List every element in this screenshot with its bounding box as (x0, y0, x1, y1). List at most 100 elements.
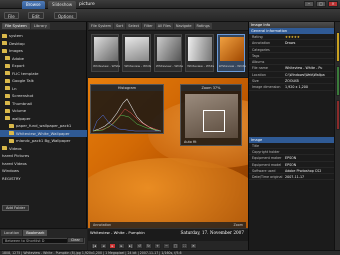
delete-icon[interactable]: ✕ (190, 242, 197, 249)
menu-bar: File Edit Options (0, 9, 340, 22)
zoom-in-icon[interactable]: + (154, 242, 161, 249)
app-window: Browse Slideshow picture – □ × File Edit… (0, 0, 340, 255)
tree-item[interactable]: REGISTRY (0, 175, 87, 183)
tab-browse[interactable]: Browse (22, 1, 45, 9)
folder-tree: system Desktop Images Adobe Export FLIC … (0, 31, 87, 207)
strip-tab[interactable]: Ratings (194, 23, 212, 29)
maximize-icon[interactable]: □ (316, 1, 326, 7)
tab-bookmark[interactable]: Bookmark (23, 230, 48, 236)
folder-icon (2, 41, 7, 46)
folder-icon (9, 131, 14, 136)
fullscreen-icon[interactable]: ⛶ (181, 242, 188, 249)
thumbnail-image (94, 37, 118, 61)
folder-icon (5, 63, 10, 68)
tree-item[interactable]: Volume (0, 107, 87, 115)
thumbnail-image (156, 37, 181, 61)
last-icon[interactable]: ▸| (127, 242, 134, 249)
viewer-toolbar: |◂ ◂ ▸ ▸ ▸| ↺ ↻ + − □ ⛶ ✕ (88, 241, 248, 250)
strip-tab[interactable]: Navigate (173, 23, 194, 29)
play-icon[interactable]: ▸ (109, 242, 116, 249)
thumbnail[interactable]: Whiteview - White (185, 34, 214, 72)
dock-tab[interactable] (336, 100, 340, 130)
rating-stars[interactable]: ★★★★★ (285, 34, 334, 39)
tree-item[interactable]: Thumbnail (0, 100, 87, 108)
status-bar: 1808, 1275 | Whiteview - White - Pumpkin… (0, 250, 340, 255)
bookmark-panel: Location Bookmark Between to Shortlist D… (0, 228, 87, 250)
folder-icon (2, 48, 7, 53)
tree-item[interactable]: Export (0, 62, 87, 70)
strip-tab[interactable]: File System (89, 23, 114, 29)
tree-item[interactable]: FLIC template (0, 70, 87, 78)
minimize-icon[interactable]: – (304, 1, 314, 7)
zoom-preview[interactable] (185, 94, 238, 138)
dock-tab[interactable] (336, 66, 340, 96)
strip-tab[interactable]: All Files (155, 23, 173, 29)
tree-item-selected[interactable]: Whiteview_White_Wallpaper (0, 129, 87, 137)
thumbnail[interactable]: Whiteview - White (122, 34, 151, 72)
folder-icon (9, 123, 14, 128)
next-icon[interactable]: ▸ (118, 242, 125, 249)
image-content (88, 158, 248, 228)
menu-options[interactable]: Options (54, 12, 78, 19)
center-panel: File System Sort Select Filter All Files… (88, 22, 248, 250)
tree-item[interactable]: mlandc_pack1 Bg_Wallpaper (0, 137, 87, 145)
annotation-label[interactable]: Annotation (93, 222, 111, 228)
tab-file-system[interactable]: File System (2, 23, 30, 29)
folder-icon (2, 33, 7, 38)
zoom-label[interactable]: Zoom (233, 222, 243, 228)
menu-file[interactable]: File (4, 12, 19, 19)
fit-icon[interactable]: □ (172, 242, 179, 249)
first-icon[interactable]: |◂ (91, 242, 98, 249)
close-icon[interactable]: × (328, 1, 338, 7)
tree-item[interactable]: Desktop (0, 40, 87, 48)
image-date: Saturday, 17. November 2007 (180, 230, 244, 235)
dock-tab[interactable] (336, 32, 340, 62)
tree-item[interactable]: Screenshot (0, 92, 87, 100)
tree-item[interactable]: system (0, 32, 87, 40)
bookmark-tabs: Location Bookmark (0, 229, 87, 237)
thumbnail-image (188, 37, 213, 61)
folder-icon (5, 93, 10, 98)
folder-icon (2, 146, 7, 151)
tree-item[interactable]: Windows (0, 167, 87, 175)
left-tabs: File System Library (0, 22, 86, 30)
tab-location[interactable]: Location (1, 230, 23, 236)
rotate-right-icon[interactable]: ↻ (145, 242, 152, 249)
tree-item[interactable]: Adobe (0, 55, 87, 63)
tab-library[interactable]: Library (30, 23, 51, 29)
strip-tab[interactable]: Filter (142, 23, 155, 29)
add-folder-button[interactable]: Add Folder (2, 205, 30, 211)
image-viewer[interactable]: Histogram Zoom 37% Auto fit (88, 78, 248, 228)
tree-item[interactable]: hared Pictures (0, 152, 87, 160)
app-brand: picture (79, 2, 95, 7)
folder-icon (5, 116, 10, 121)
strip-tab[interactable]: Select (126, 23, 142, 29)
folder-icon (9, 138, 14, 143)
tree-item[interactable]: Google Talk (0, 77, 87, 85)
tree-item[interactable]: hared Videos (0, 160, 87, 168)
clear-button[interactable]: Clear (66, 237, 84, 243)
rotate-left-icon[interactable]: ↺ (136, 242, 143, 249)
thumbnail-image (219, 37, 244, 61)
thumbnail-selected[interactable]: Whiteview - White (216, 34, 246, 72)
zoom-title: Zoom 37% (181, 85, 241, 91)
tree-item[interactable]: Ln (0, 85, 87, 93)
zoom-region[interactable] (203, 110, 225, 132)
folder-icon (5, 78, 10, 83)
menu-edit[interactable]: Edit (28, 12, 44, 19)
strip-tab[interactable]: Sort (114, 23, 126, 29)
tree-item[interactable]: paper_fund_wallpaper_pack1 (0, 122, 87, 130)
folder-icon (5, 71, 10, 76)
tree-item[interactable]: Images (0, 47, 87, 55)
auto-fit-checkbox[interactable]: Auto fit (184, 140, 196, 144)
thumbnail[interactable]: Whiteview - White (153, 34, 183, 72)
folder-icon (5, 108, 10, 113)
previous-icon[interactable]: ◂ (100, 242, 107, 249)
zoom-out-icon[interactable]: − (163, 242, 170, 249)
thumbnail[interactable]: Whiteview - White (91, 34, 120, 72)
tree-item[interactable]: Videos (0, 145, 87, 153)
tree-item[interactable]: wallpaper (0, 115, 87, 123)
tab-slideshow[interactable]: Slideshow (48, 1, 77, 9)
histogram-panel: Histogram (90, 84, 164, 134)
